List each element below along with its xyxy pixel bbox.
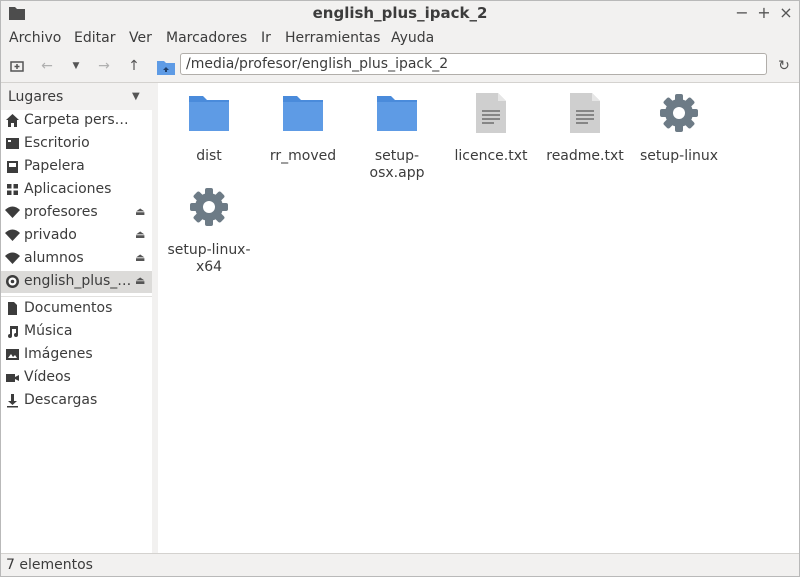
eject-icon[interactable]: ⏏ bbox=[135, 205, 145, 218]
file-name: dist bbox=[196, 148, 222, 164]
places-dropdown-icon[interactable]: ▼ bbox=[132, 91, 140, 102]
sidebar-item-label: privado bbox=[24, 227, 77, 243]
maximize-button[interactable]: + bbox=[754, 3, 774, 23]
sidebar-item-label: english_plus_… bbox=[24, 273, 132, 289]
menu-ayuda[interactable]: Ayuda bbox=[391, 30, 434, 46]
sidebar-item-desktop[interactable]: Escritorio bbox=[1, 133, 152, 155]
sidebar-item-profesores[interactable]: profesores ⏏ bbox=[1, 202, 152, 224]
gear-icon bbox=[190, 188, 228, 226]
pictures-icon bbox=[6, 349, 19, 360]
location-path-input[interactable]: /media/profesor/english_plus_ipack_2 bbox=[180, 53, 767, 75]
file-name: rr_moved bbox=[269, 148, 337, 164]
menu-archivo[interactable]: Archivo bbox=[9, 30, 61, 46]
minimize-button[interactable]: − bbox=[732, 3, 752, 23]
close-button[interactable]: × bbox=[776, 3, 796, 23]
sidebar-item-label: Aplicaciones bbox=[24, 181, 112, 197]
menu-bar: Archivo Editar Ver Marcadores Ir Herrami… bbox=[1, 26, 799, 50]
sidebar-item-applications[interactable]: Aplicaciones bbox=[1, 179, 152, 201]
trash-icon bbox=[7, 161, 18, 173]
disc-icon bbox=[6, 275, 19, 288]
chevron-down-icon: ▼ bbox=[72, 61, 80, 71]
downloads-icon bbox=[7, 394, 18, 408]
menu-marcadores[interactable]: Marcadores bbox=[166, 30, 247, 46]
home-icon bbox=[6, 114, 19, 127]
places-list: Carpeta pers… Escritorio Papelera Aplica… bbox=[1, 110, 152, 555]
sidebar-item-downloads[interactable]: Descargas bbox=[1, 390, 152, 412]
new-tab-icon bbox=[10, 61, 24, 72]
sidebar-item-label: Documentos bbox=[24, 300, 113, 316]
forward-arrow-icon: → bbox=[98, 58, 110, 74]
sidebar-item-label: Música bbox=[24, 323, 73, 339]
file-manager-window: english_plus_ipack_2 − + × Archivo Edita… bbox=[0, 0, 800, 577]
menu-ir[interactable]: Ir bbox=[261, 30, 271, 46]
status-text: 7 elementos bbox=[6, 557, 93, 573]
documents-icon bbox=[8, 302, 17, 315]
back-arrow-icon: ← bbox=[41, 58, 53, 74]
sidebar-item-label: Descargas bbox=[24, 392, 98, 408]
sidebar-item-label: Papelera bbox=[24, 158, 85, 174]
sidebar-item-label: Imágenes bbox=[24, 346, 93, 362]
sidebar-item-videos[interactable]: Vídeos bbox=[1, 367, 152, 389]
back-button[interactable]: ← bbox=[36, 55, 58, 77]
sidebar-item-music[interactable]: Música bbox=[1, 321, 152, 343]
sidebar-separator bbox=[1, 296, 152, 297]
location-folder-icon[interactable] bbox=[157, 59, 175, 75]
network-icon bbox=[5, 252, 20, 264]
text-file-icon bbox=[570, 93, 600, 133]
menu-ver[interactable]: Ver bbox=[129, 30, 152, 46]
new-tab-button[interactable] bbox=[6, 55, 28, 77]
folder-icon bbox=[283, 96, 323, 131]
sidebar-item-home[interactable]: Carpeta pers… bbox=[1, 110, 152, 132]
apps-icon bbox=[7, 184, 18, 195]
eject-icon[interactable]: ⏏ bbox=[135, 228, 145, 241]
file-view[interactable]: dist rr_moved setup-osx.app licence.txt … bbox=[158, 83, 799, 553]
menu-herramientas[interactable]: Herramientas bbox=[285, 30, 380, 46]
sidebar-item-label: Escritorio bbox=[24, 135, 90, 151]
title-bar[interactable]: english_plus_ipack_2 − + × bbox=[1, 1, 799, 26]
sidebar-item-label: Vídeos bbox=[24, 369, 71, 385]
network-icon bbox=[5, 206, 20, 218]
up-arrow-icon: ↑ bbox=[128, 58, 140, 74]
history-dropdown-button[interactable]: ▼ bbox=[65, 55, 87, 77]
videos-icon bbox=[6, 374, 19, 382]
file-name: readme.txt bbox=[546, 148, 624, 164]
sidebar-item-label: profesores bbox=[24, 204, 98, 220]
sidebar-item-trash[interactable]: Papelera bbox=[1, 156, 152, 178]
network-icon bbox=[5, 229, 20, 241]
refresh-icon: ↻ bbox=[778, 58, 790, 74]
file-name: licence.txt bbox=[454, 148, 528, 164]
places-header[interactable]: Lugares bbox=[8, 89, 63, 105]
desktop-icon bbox=[6, 138, 19, 149]
sidebar-item-documents[interactable]: Documentos bbox=[1, 298, 152, 320]
file-name: setup-linux bbox=[639, 148, 719, 164]
forward-button[interactable]: → bbox=[93, 55, 115, 77]
sidebar-item-pictures[interactable]: Imágenes bbox=[1, 344, 152, 366]
eject-icon[interactable]: ⏏ bbox=[135, 274, 145, 287]
sidebar-item-label: Carpeta pers… bbox=[24, 112, 129, 128]
up-button[interactable]: ↑ bbox=[123, 55, 145, 77]
folder-icon bbox=[377, 96, 417, 131]
window-title: english_plus_ipack_2 bbox=[312, 4, 488, 22]
status-bar: 7 elementos bbox=[1, 553, 799, 576]
sidebar-item-english-plus[interactable]: english_plus_… ⏏ bbox=[1, 271, 152, 293]
reload-button[interactable]: ↻ bbox=[774, 56, 794, 76]
text-file-icon bbox=[476, 93, 506, 133]
file-name: setup-osx.app bbox=[369, 148, 425, 181]
sidebar-item-label: alumnos bbox=[24, 250, 84, 266]
music-icon bbox=[8, 326, 18, 338]
folder-icon bbox=[189, 96, 229, 131]
sidebar-item-privado[interactable]: privado ⏏ bbox=[1, 225, 152, 247]
eject-icon[interactable]: ⏏ bbox=[135, 251, 145, 264]
file-name: setup-linux-x64 bbox=[167, 242, 251, 275]
sidebar-item-alumnos[interactable]: alumnos ⏏ bbox=[1, 248, 152, 270]
menu-editar[interactable]: Editar bbox=[74, 30, 115, 46]
gear-icon bbox=[660, 94, 698, 132]
